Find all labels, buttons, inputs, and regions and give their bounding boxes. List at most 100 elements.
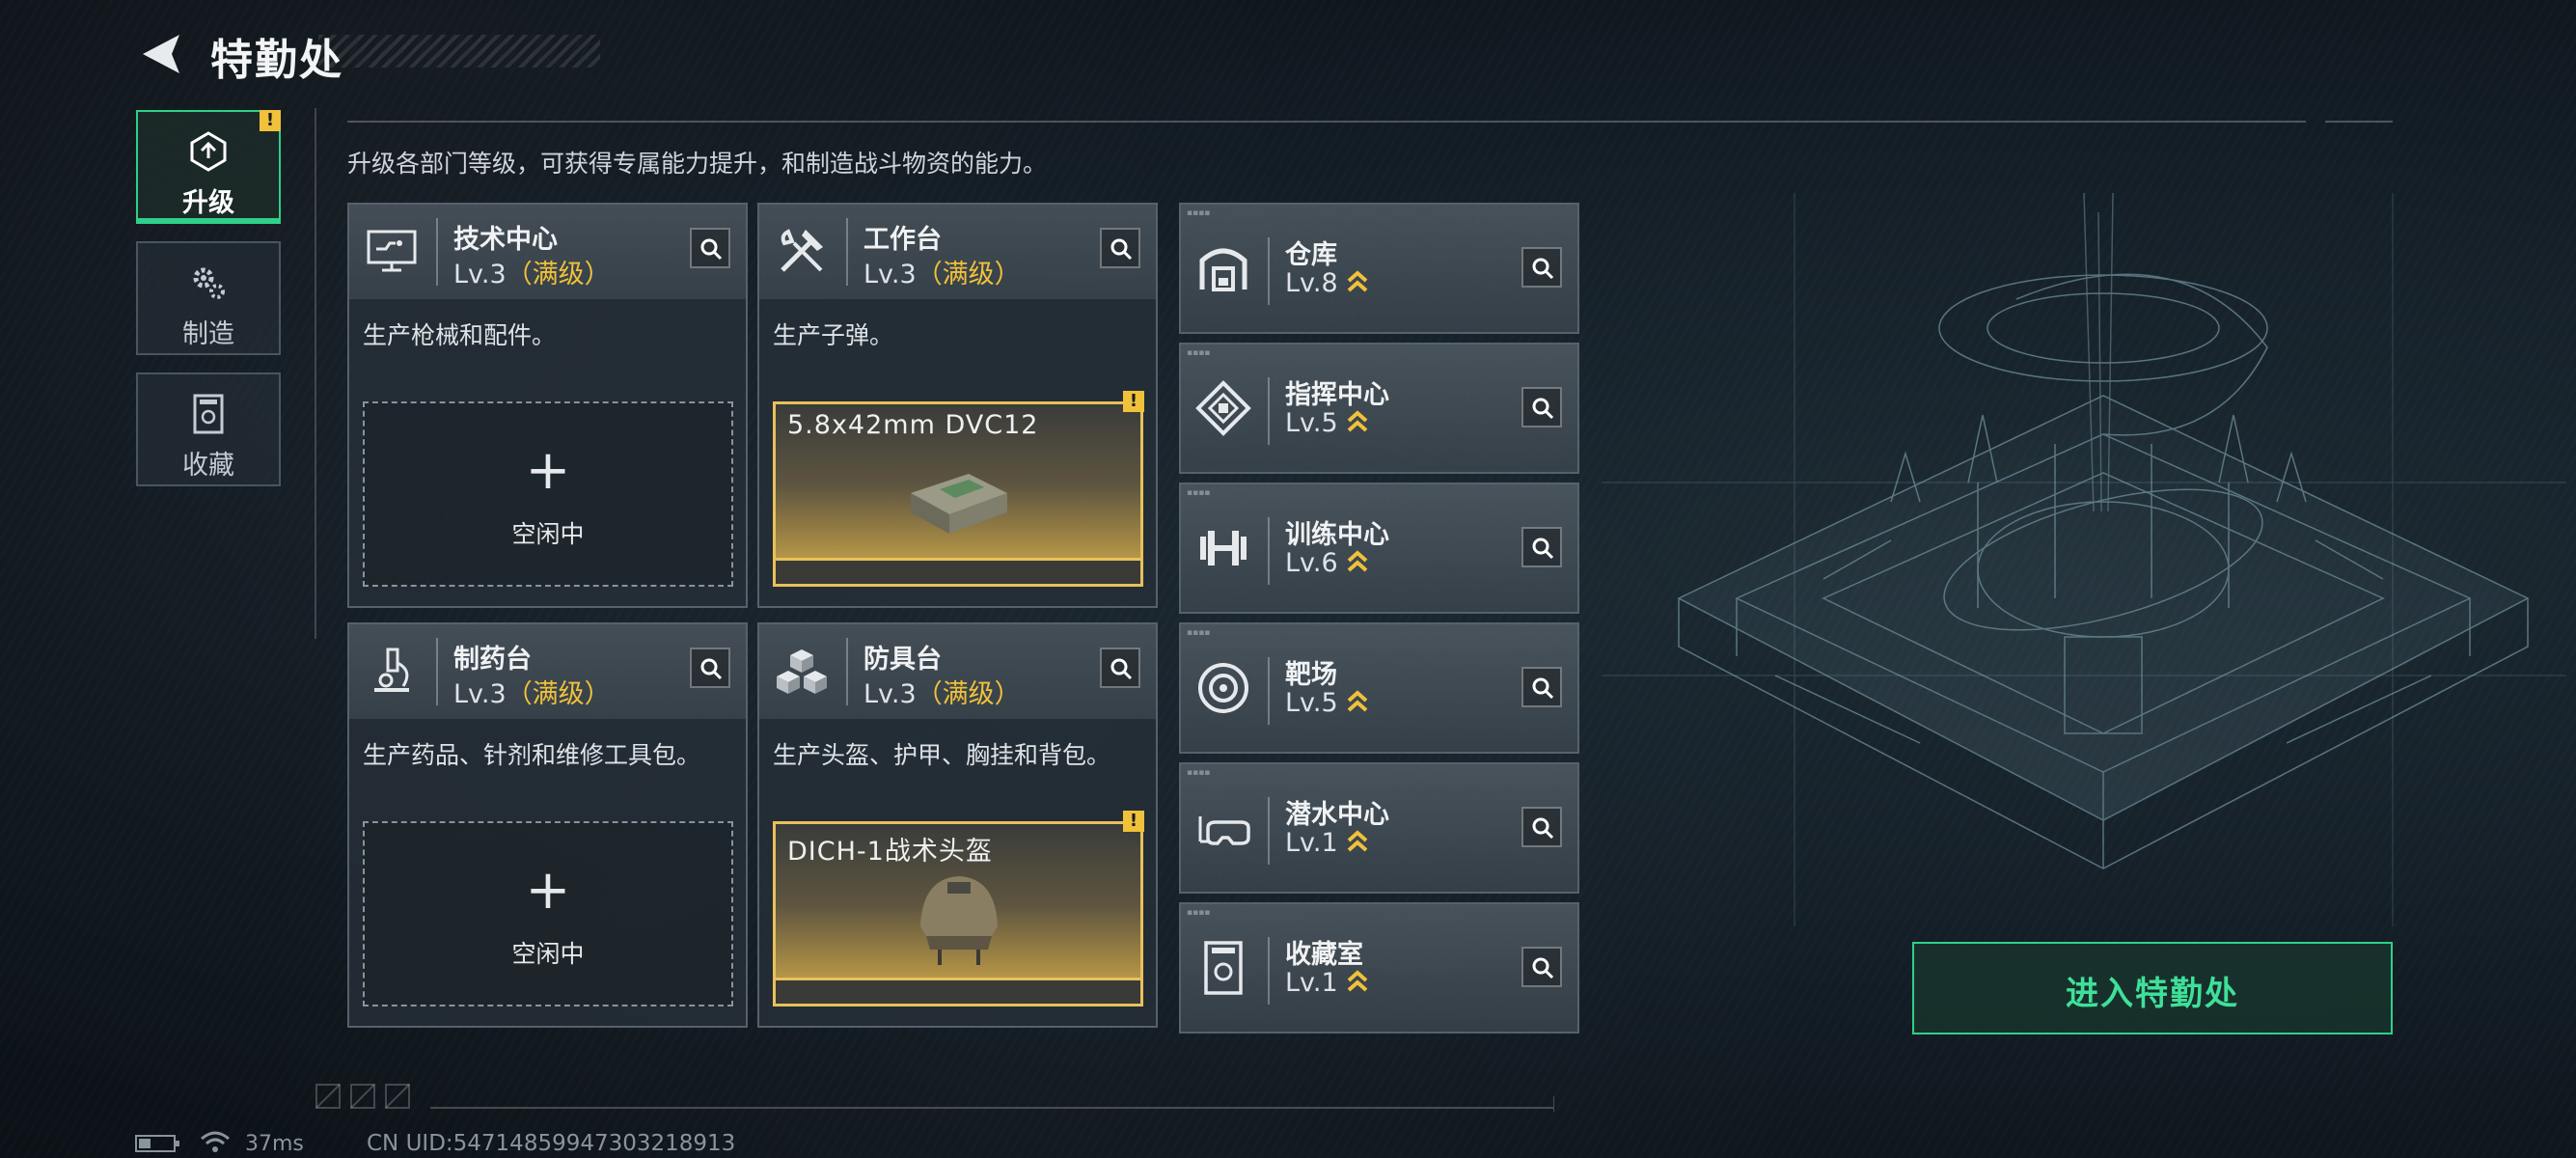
level-value: Lv.1 [1285, 828, 1338, 858]
command-icon [1195, 380, 1251, 436]
decoration: ▪▪▪▪ [1187, 908, 1211, 918]
card-workbench: 工作台 Lv.3（满级） 生产子弹。 5.8x42mm DVC12 ! [757, 203, 1158, 608]
inspect-button[interactable] [1521, 807, 1562, 847]
ammo-box-image [911, 474, 1007, 534]
tab-collection[interactable]: 收藏 [136, 372, 281, 486]
department-name: 工作台 [863, 225, 942, 255]
department-diving-center[interactable]: ▪▪▪▪ 潜水中心 Lv.1 [1179, 762, 1579, 894]
separator [1268, 937, 1270, 1005]
search-icon [1532, 677, 1554, 700]
production-slot[interactable]: DICH-1战术头盔 ! [773, 811, 1144, 1006]
card-header[interactable]: 制药台 Lv.3（满级） [349, 624, 746, 719]
collection-room-icon [1204, 941, 1243, 995]
inspect-button[interactable] [1100, 648, 1140, 688]
production-progress-bar [776, 978, 1140, 1004]
search-icon [1532, 817, 1554, 840]
level-value: Lv.3 [453, 260, 507, 290]
idle-production-slot[interactable]: + 空闲中 [363, 401, 733, 587]
separator [1268, 237, 1270, 305]
card-header[interactable]: 技术中心 Lv.3（满级） [349, 205, 746, 299]
department-level: Lv.5 [1285, 408, 1369, 438]
card-tech-center: 技术中心 Lv.3（满级） 生产枪械和配件。 + 空闲中 [347, 203, 748, 608]
separator [1268, 517, 1270, 585]
separator [1268, 797, 1270, 865]
tab-upgrade-label: 升级 [182, 188, 234, 218]
card-armor-bench: 防具台 Lv.3（满级） 生产头盔、护甲、胸挂和背包。 DICH-1战术头盔 ! [757, 622, 1158, 1028]
warehouse-icon [1199, 248, 1247, 291]
gears-icon [193, 267, 225, 299]
level-value: Lv.6 [1285, 548, 1338, 578]
department-level: Lv.3（满级） [453, 673, 611, 710]
level-value: Lv.3 [453, 679, 507, 709]
battery-icon [135, 1135, 179, 1152]
department-name: 仓库 [1285, 240, 1337, 270]
search-icon [1110, 658, 1133, 680]
search-icon [700, 658, 723, 680]
separator [846, 218, 848, 286]
separator [436, 218, 438, 286]
department-level: Lv.6 [1285, 548, 1369, 578]
department-description: 生产枪械和配件。 [363, 321, 557, 349]
idle-label: 空闲中 [511, 520, 585, 548]
inspect-button[interactable] [1521, 947, 1562, 987]
department-level: Lv.8 [1285, 268, 1369, 298]
inspect-button[interactable] [1521, 247, 1562, 288]
department-command-center[interactable]: ▪▪▪▪ 指挥中心 Lv.5 [1179, 343, 1579, 474]
divider [347, 121, 2306, 123]
department-name: 收藏室 [1285, 940, 1363, 970]
inspect-button[interactable] [1521, 667, 1562, 707]
department-collection-room[interactable]: ▪▪▪▪ 收藏室 Lv.1 [1179, 902, 1579, 1034]
search-icon [1532, 957, 1554, 979]
department-description: 生产子弹。 [773, 321, 894, 349]
level-value: Lv.8 [1285, 268, 1338, 298]
target-icon [1198, 663, 1248, 713]
add-icon: + [525, 859, 571, 922]
upgrade-available-chevron-icon [1347, 830, 1368, 852]
department-description: 生产头盔、护甲、胸挂和背包。 [773, 741, 1111, 769]
department-training-center[interactable]: ▪▪▪▪ 训练中心 Lv.6 [1179, 482, 1579, 614]
idle-production-slot[interactable]: + 空闲中 [363, 821, 733, 1006]
wifi-icon [201, 1131, 230, 1152]
upgrade-description: 升级各部门等级，可获得专属能力提升，和制造战斗物资的能力。 [347, 150, 1048, 178]
upgrade-available-chevron-icon [1347, 270, 1368, 292]
department-level: Lv.3（满级） [863, 253, 1021, 290]
tab-upgrade[interactable]: 升级 ! [136, 110, 281, 224]
separator [1268, 377, 1270, 445]
department-shooting-range[interactable]: ▪▪▪▪ 靶场 Lv.5 [1179, 622, 1579, 754]
title-stripe-decoration [318, 35, 600, 68]
bottom-decoration [315, 1084, 1554, 1112]
diving-mask-icon [1198, 816, 1250, 845]
add-icon: + [525, 439, 571, 502]
tools-icon [781, 229, 823, 272]
card-header[interactable]: 工作台 Lv.3（满级） [759, 205, 1156, 299]
inspect-button[interactable] [690, 648, 730, 688]
inspect-button[interactable] [1100, 228, 1140, 268]
tab-craft[interactable]: 制造 [136, 241, 281, 355]
inspect-button[interactable] [1521, 527, 1562, 567]
card-header[interactable]: 防具台 Lv.3（满级） [759, 624, 1156, 719]
divider [315, 108, 316, 639]
search-icon [700, 238, 723, 261]
level-value: Lv.5 [1285, 688, 1338, 718]
back-arrow-icon[interactable] [133, 29, 187, 79]
inspect-button[interactable] [690, 228, 730, 268]
upgrade-available-chevron-icon [1347, 970, 1368, 992]
warning-badge: ! [1123, 391, 1144, 412]
department-level: Lv.5 [1285, 688, 1369, 718]
production-progress-bar [776, 558, 1140, 584]
level-value: Lv.3 [863, 679, 917, 709]
production-slot[interactable]: 5.8x42mm DVC12 ! [773, 391, 1144, 587]
warning-badge: ! [260, 110, 281, 131]
search-icon [1110, 238, 1133, 261]
department-name: 靶场 [1285, 660, 1337, 690]
upgrade-available-chevron-icon [1347, 410, 1368, 432]
inspect-button[interactable] [1521, 387, 1562, 427]
special-ops-building-illustration [1602, 193, 2566, 926]
tab-craft-label: 制造 [182, 319, 234, 349]
search-icon [1532, 258, 1554, 280]
department-warehouse[interactable]: ▪▪▪▪ 仓库 Lv.8 [1179, 203, 1579, 334]
level-value: Lv.1 [1285, 968, 1338, 998]
department-level: Lv.3（满级） [863, 673, 1021, 710]
enter-special-ops-button[interactable]: 进入特勤处 [1912, 942, 2393, 1034]
decoration: ▪▪▪▪ [1187, 628, 1211, 638]
